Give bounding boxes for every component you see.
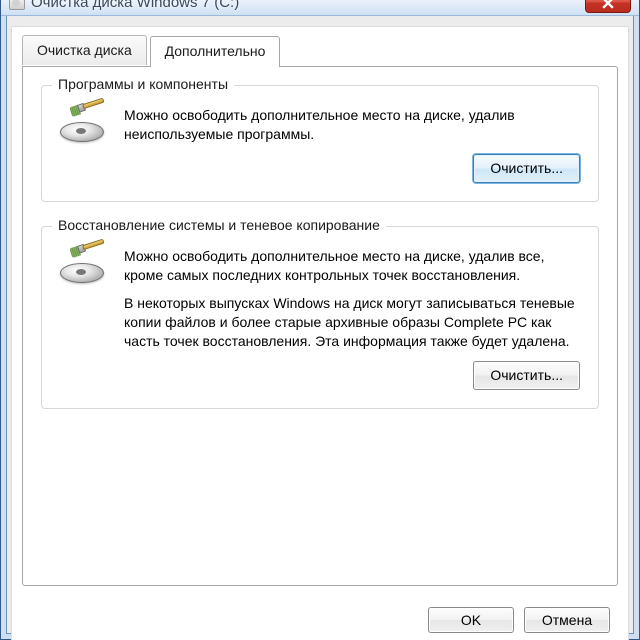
disk-cleanup-app-icon	[9, 0, 25, 10]
group-programs-and-components: Программы и компоненты Можно освободить …	[41, 85, 599, 202]
disk-cleanup-icon	[60, 110, 108, 144]
tab-panel-advanced: Программы и компоненты Можно освободить …	[22, 66, 618, 586]
close-icon	[602, 0, 614, 9]
cleanup-restore-button[interactable]: Очистить...	[473, 361, 580, 390]
dialog-button-row: OK Отмена	[428, 607, 610, 633]
group-restore-legend: Восстановление системы и теневое копиров…	[52, 217, 386, 233]
titlebar[interactable]: Очистка диска Windows 7 (C:)	[1, 0, 639, 16]
group-restore-text: Можно освободить дополнительное место на…	[124, 247, 580, 390]
cleanup-programs-button[interactable]: Очистить...	[473, 154, 580, 183]
tab-strip: Очистка диска Дополнительно	[12, 35, 628, 67]
ok-button[interactable]: OK	[428, 607, 514, 633]
client-area: Очистка диска Дополнительно Программы и …	[11, 26, 629, 640]
group-system-restore: Восстановление системы и теневое копиров…	[41, 226, 599, 409]
window-title: Очистка диска Windows 7 (C:)	[31, 0, 239, 11]
close-button[interactable]	[585, 0, 631, 13]
group-programs-legend: Программы и компоненты	[52, 76, 234, 92]
cancel-button[interactable]: Отмена	[524, 607, 610, 633]
group-restore-description-2: В некоторых выпусках Windows на диск мог…	[124, 294, 580, 351]
disk-cleanup-icon	[60, 251, 108, 285]
group-programs-text: Можно освободить дополнительное место на…	[124, 106, 580, 183]
group-restore-description-1: Можно освободить дополнительное место на…	[124, 247, 580, 285]
tab-advanced[interactable]: Дополнительно	[150, 36, 281, 67]
disk-cleanup-window: Очистка диска Windows 7 (C:) Очистка дис…	[0, 0, 640, 640]
tab-disk-cleanup[interactable]: Очистка диска	[22, 35, 147, 65]
group-programs-description: Можно освободить дополнительное место на…	[124, 106, 580, 144]
